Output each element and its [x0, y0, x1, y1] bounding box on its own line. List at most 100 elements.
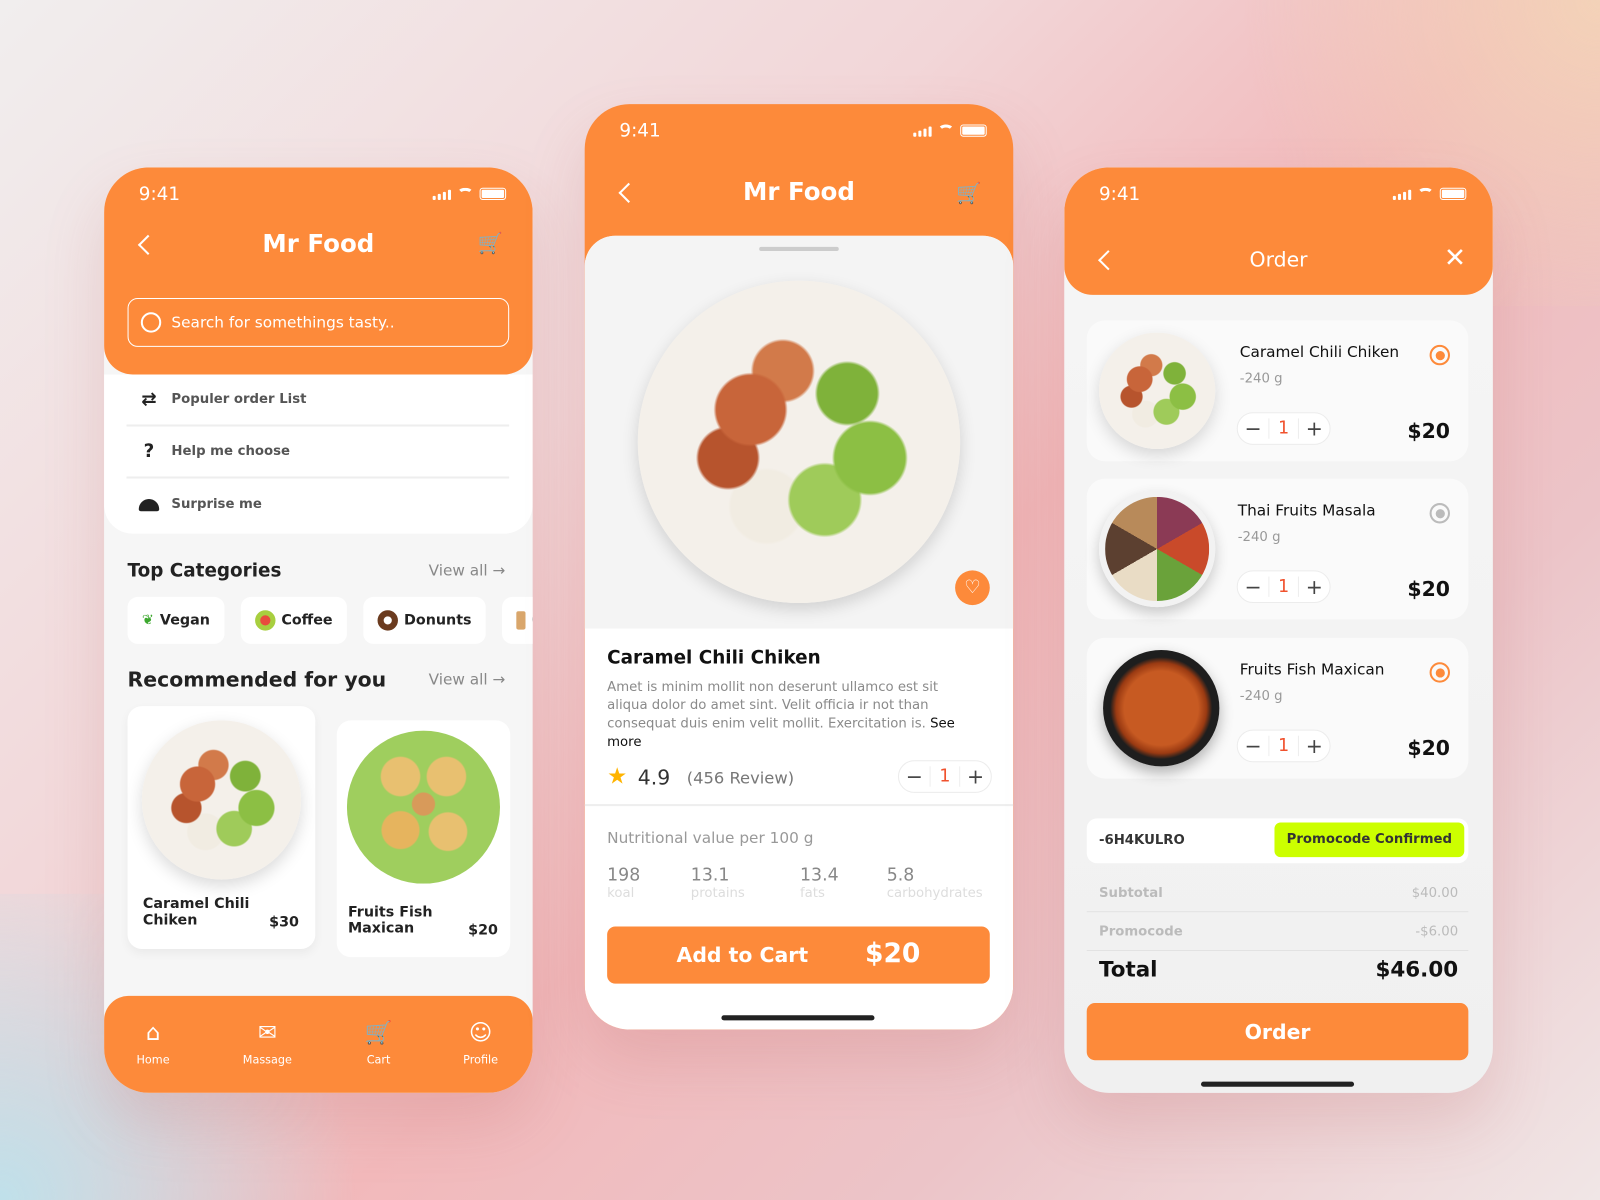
- increment-button[interactable]: +: [1299, 574, 1330, 598]
- nutrition-koal: 198 koal: [607, 865, 640, 901]
- decrement-button[interactable]: −: [899, 764, 930, 788]
- quantity-value: 1: [1268, 576, 1299, 597]
- food-image: [637, 280, 961, 604]
- order-title: Order: [1249, 246, 1308, 272]
- item-weight: -240 g: [1239, 371, 1283, 387]
- total-label: Total: [1098, 957, 1158, 982]
- quantity-value: 1: [1268, 735, 1299, 757]
- category-label: C: [532, 612, 533, 628]
- nutrition-value: 5.8: [886, 865, 915, 886]
- description-text: Amet is minim mollit non deserunt ullamc…: [607, 679, 939, 732]
- status-icons: [1392, 187, 1467, 200]
- cart-icon[interactable]: 🛒: [956, 181, 981, 205]
- signal-icon: [1392, 189, 1412, 200]
- quantity-stepper[interactable]: −1 +: [897, 760, 992, 793]
- menu-label: Help me choose: [171, 443, 291, 460]
- promo-code-field[interactable]: -6H4KULRO Promocode Confirmed: [1086, 818, 1469, 864]
- cart-icon[interactable]: 🛒: [478, 231, 503, 255]
- app-title: Mr Food: [262, 229, 375, 259]
- menu-item-surprise[interactable]: Surprise me: [127, 479, 510, 531]
- close-button[interactable]: ✕: [1444, 243, 1466, 274]
- search-icon: [140, 312, 162, 333]
- wifi-icon: [1417, 187, 1434, 200]
- nutrition-unit: carbohydrates: [886, 885, 983, 902]
- signal-icon: [432, 189, 452, 200]
- food-price: $30: [269, 914, 299, 931]
- home-indicator: [721, 1015, 875, 1021]
- decrement-button[interactable]: −: [1238, 416, 1269, 440]
- add-to-cart-button[interactable]: Add to Cart $20: [607, 926, 990, 984]
- nav-message[interactable]: ✉ Massage: [227, 1020, 309, 1066]
- item-weight: -240 g: [1239, 688, 1283, 705]
- promo-status-badge: Promocode Confirmed: [1274, 822, 1465, 858]
- battery-icon: [1439, 187, 1467, 200]
- order-button-label: Order: [1244, 1019, 1311, 1044]
- search-placeholder: Search for somethings tasty..: [171, 313, 395, 332]
- food-name: Fruits Fish Maxican: [347, 904, 433, 937]
- promocode-row: Promocode -$6.00: [1086, 912, 1469, 952]
- drink-cup-icon: [516, 611, 526, 630]
- cart-icon: 🛒: [364, 1020, 393, 1046]
- item-price: $20: [1407, 735, 1450, 761]
- detail-sheet: ♡ Caramel Chili Chiken Amet is minim mol…: [584, 235, 1014, 1030]
- favorite-button[interactable]: ♡: [955, 570, 990, 606]
- item-price: $20: [1407, 418, 1450, 443]
- nav-cart[interactable]: 🛒 Cart: [338, 1020, 420, 1066]
- quantity-value: 1: [929, 766, 961, 787]
- nutrition-value: 198: [607, 865, 641, 886]
- food-price: $20: [468, 922, 498, 939]
- quick-menu: ⇄ Populer order List ? Help me choose Surp…: [104, 374, 533, 534]
- status-time: 9:41: [138, 183, 181, 206]
- status-time: 9:41: [619, 120, 661, 142]
- nav-home[interactable]: ⌂ Home: [112, 1020, 194, 1066]
- order-item: Thai Fruits Masala -240 g −1 + $20: [1086, 478, 1469, 620]
- select-radio[interactable]: [1429, 344, 1450, 366]
- star-icon: ★: [607, 764, 628, 790]
- menu-item-popular[interactable]: ⇄ Populer order List: [126, 374, 510, 427]
- drag-handle[interactable]: [759, 246, 839, 252]
- category-vegan[interactable]: ❦ Vegan: [127, 596, 225, 644]
- nutrition-value: 13.4: [799, 865, 839, 886]
- wifi-icon: [937, 124, 955, 136]
- categories-title: Top Categories: [127, 560, 282, 582]
- recommended-view-all[interactable]: View all →: [429, 670, 506, 688]
- nutrition-unit: protains: [690, 885, 745, 902]
- increment-button[interactable]: +: [1299, 416, 1330, 440]
- coffee-cup-icon: [254, 610, 276, 631]
- detail-screen: 9:41 Mr Food 🛒 ♡ Caramel Chili Chiken Am…: [584, 104, 1014, 1030]
- view-all-label: View all: [428, 561, 488, 580]
- recommended-card[interactable]: Fruits Fish Maxican $20: [336, 720, 511, 958]
- quantity-stepper[interactable]: −1 +: [1236, 412, 1331, 445]
- item-name: Thai Fruits Masala: [1237, 501, 1376, 520]
- decrement-button[interactable]: −: [1238, 734, 1269, 758]
- category-coffee[interactable]: Coffee: [240, 596, 347, 644]
- food-image: [141, 720, 302, 880]
- cloche-icon: [127, 498, 172, 511]
- nutrition-fats: 13.4 fats: [800, 865, 839, 901]
- categories-view-all[interactable]: View all →: [429, 561, 506, 579]
- view-all-label: View all: [428, 670, 488, 689]
- battery-icon: [960, 124, 987, 137]
- menu-item-help[interactable]: ? Help me choose: [126, 427, 510, 479]
- recommended-card[interactable]: Caramel Chili Chiken $30: [127, 706, 316, 949]
- order-item: Caramel Chili Chiken -240 g −1 + $20: [1086, 320, 1469, 462]
- category-more[interactable]: C: [502, 596, 533, 644]
- search-input[interactable]: Search for somethings tasty..: [127, 297, 510, 347]
- nav-profile[interactable]: ☺ Profile: [440, 1020, 522, 1066]
- increment-button[interactable]: +: [960, 764, 991, 788]
- decrement-button[interactable]: −: [1238, 574, 1269, 598]
- order-item: Fruits Fish Maxican -240 g −1 + $20: [1086, 637, 1469, 779]
- home-screen: 9:41 Mr Food 🛒 Search for somethings tas…: [104, 167, 533, 1093]
- select-radio[interactable]: [1429, 662, 1450, 683]
- increment-button[interactable]: +: [1299, 734, 1330, 758]
- food-name: Caramel Chili Chiken: [607, 646, 821, 669]
- total-row: Total $46.00: [1087, 955, 1469, 990]
- leaf-icon: ❦: [141, 612, 154, 629]
- category-donuts[interactable]: Donunts: [363, 596, 486, 644]
- question-icon: ?: [143, 440, 155, 463]
- quantity-stepper[interactable]: −1 +: [1236, 570, 1331, 604]
- select-radio[interactable]: [1429, 503, 1450, 524]
- quantity-stepper[interactable]: −1 +: [1236, 729, 1331, 763]
- order-button[interactable]: Order: [1086, 1003, 1469, 1061]
- promo-code-value: -6H4KULRO: [1098, 832, 1185, 848]
